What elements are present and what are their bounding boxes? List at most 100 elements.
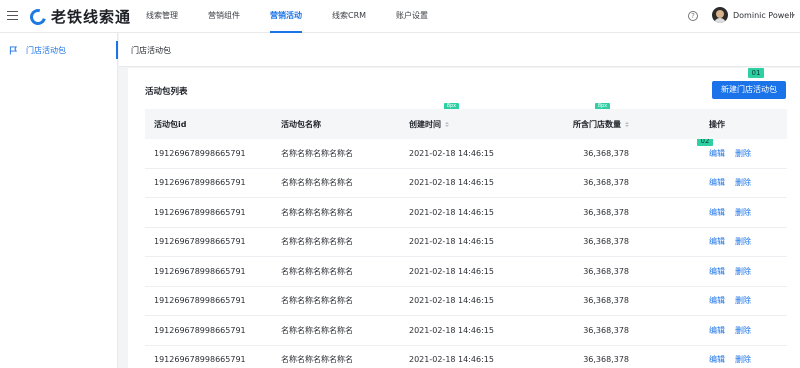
- cell-actions: 编辑 删除: [629, 295, 787, 306]
- cell-id: 191269678998665791: [154, 178, 246, 188]
- cell-name: 名称名称名称名称名: [281, 237, 353, 247]
- cell-id: 191269678998665791: [154, 325, 246, 335]
- cell-store-count: 36,368,378: [583, 296, 629, 306]
- cell-name: 名称名称名称名称名: [281, 266, 353, 276]
- edit-link[interactable]: 编辑: [709, 325, 725, 336]
- cell-id: 191269678998665791: [154, 207, 246, 217]
- table-row: 191269678998665791 名称名称名称名称名 2021-02-18 14…: [145, 257, 787, 287]
- main-nav: 线索管理 营销组件 营销活动 线索CRM 账户设置: [146, 0, 458, 33]
- cell-id: 191269678998665791: [154, 355, 246, 365]
- table-row: 191269678998665791 名称名称名称名称名 2021-02-18 14…: [145, 287, 787, 316]
- flag-icon: [9, 45, 18, 55]
- cell-store-count: 36,368,378: [583, 237, 629, 247]
- header-created-label: 创建时间: [409, 119, 441, 129]
- table-row: 191269678998665791 名称名称名称名称名 2021-02-18 14…: [145, 139, 787, 169]
- edit-link[interactable]: 编辑: [709, 354, 725, 365]
- sidebar-item-store-package[interactable]: 门店活动包: [0, 41, 118, 59]
- sort-icon[interactable]: [445, 121, 449, 127]
- table-row: 191269678998665791 名称名称名称名称名 2021-02-18 14…: [145, 346, 787, 368]
- header-store-count-label: 所含门店数量: [573, 119, 621, 129]
- app-logo[interactable]: 老铁线索通: [27, 5, 132, 28]
- edit-link[interactable]: 编辑: [709, 177, 725, 188]
- header-created[interactable]: 创建时间: [409, 119, 529, 130]
- header-actions: 操作: [709, 119, 725, 129]
- header-id: 活动包id: [154, 119, 187, 129]
- cell-created: 2021-02-18 14:46:15: [409, 178, 494, 188]
- table-row: 191269678998665791 名称名称名称名称名 2021-02-18 14…: [145, 228, 787, 257]
- cell-id: 191269678998665791: [154, 266, 246, 276]
- cell-created: 2021-02-18 14:46:15: [409, 148, 494, 158]
- nav-item-crm[interactable]: 线索CRM: [332, 0, 366, 33]
- header-name: 活动包名称: [281, 119, 321, 129]
- cell-actions: 编辑 删除: [629, 354, 787, 365]
- cell-id: 191269678998665791: [154, 237, 246, 247]
- cell-name: 名称名称名称名称名: [281, 296, 353, 306]
- edit-link[interactable]: 编辑: [709, 236, 725, 247]
- cell-store-count: 36,368,378: [583, 178, 629, 188]
- cell-actions: 编辑 删除: [629, 177, 787, 188]
- cell-name: 名称名称名称名称名: [281, 325, 353, 335]
- nav-item-account[interactable]: 账户设置: [396, 0, 428, 33]
- table-body: 191269678998665791 名称名称名称名称名 2021-02-18 14…: [145, 139, 787, 368]
- new-package-button[interactable]: 新建门店活动包: [712, 81, 786, 99]
- cell-actions: 编辑 删除: [629, 148, 787, 159]
- cell-actions: 编辑 删除: [629, 236, 787, 247]
- cell-store-count: 36,368,378: [583, 325, 629, 335]
- cell-store-count: 36,368,378: [583, 207, 629, 217]
- cell-id: 191269678998665791: [154, 296, 246, 306]
- chevron-down-icon[interactable]: [791, 14, 795, 17]
- card-title: 活动包列表: [145, 87, 188, 97]
- delete-link[interactable]: 删除: [735, 295, 751, 306]
- cell-created: 2021-02-18 14:46:15: [409, 266, 494, 276]
- user-name[interactable]: Dominic Powell: [733, 11, 794, 20]
- delete-link[interactable]: 删除: [735, 207, 751, 218]
- cell-store-count: 36,368,378: [583, 355, 629, 365]
- delete-link[interactable]: 删除: [735, 266, 751, 277]
- list-card: 活动包列表 新建门店活动包 01 8px 8px 02 活动包id 活动包名称 …: [128, 68, 800, 368]
- top-nav-bar: 老铁线索通 线索管理 营销组件 营销活动 线索CRM 账户设置 ? Domini…: [0, 0, 800, 33]
- cell-actions: 编辑 删除: [629, 266, 787, 277]
- delete-link[interactable]: 删除: [735, 325, 751, 336]
- cell-name: 名称名称名称名称名: [281, 178, 353, 188]
- page-header: 门店活动包: [119, 33, 800, 67]
- cell-created: 2021-02-18 14:46:15: [409, 325, 494, 335]
- edit-link[interactable]: 编辑: [709, 148, 725, 159]
- menu-toggle-icon[interactable]: [7, 11, 18, 21]
- cell-name: 名称名称名称名称名: [281, 355, 353, 365]
- delete-link[interactable]: 删除: [735, 177, 751, 188]
- cell-created: 2021-02-18 14:46:15: [409, 355, 494, 365]
- sidebar: 门店活动包: [0, 33, 118, 368]
- cell-store-count: 36,368,378: [583, 148, 629, 158]
- avatar[interactable]: [712, 7, 728, 23]
- cell-actions: 编辑 删除: [629, 325, 787, 336]
- table-row: 191269678998665791 名称名称名称名称名 2021-02-18 14…: [145, 316, 787, 346]
- edit-link[interactable]: 编辑: [709, 207, 725, 218]
- cell-id: 191269678998665791: [154, 148, 246, 158]
- nav-item-leads[interactable]: 线索管理: [146, 0, 178, 33]
- cell-actions: 编辑 删除: [629, 207, 787, 218]
- nav-item-components[interactable]: 营销组件: [208, 0, 240, 33]
- cell-name: 名称名称名称名称名: [281, 207, 353, 217]
- cell-created: 2021-02-18 14:46:15: [409, 207, 494, 217]
- cell-created: 2021-02-18 14:46:15: [409, 237, 494, 247]
- nav-item-campaigns[interactable]: 营销活动: [270, 0, 302, 33]
- cell-store-count: 36,368,378: [583, 266, 629, 276]
- table-header: 活动包id 活动包名称 创建时间 所含门店数量 操作: [145, 109, 787, 139]
- header-store-count[interactable]: 所含门店数量: [529, 119, 629, 130]
- edit-link[interactable]: 编辑: [709, 266, 725, 277]
- cell-created: 2021-02-18 14:46:15: [409, 296, 494, 306]
- table-row: 191269678998665791 名称名称名称名称名 2021-02-18 14…: [145, 198, 787, 228]
- cell-name: 名称名称名称名称名: [281, 148, 353, 158]
- page-title: 门店活动包: [131, 46, 171, 55]
- logo-text: 老铁线索通: [51, 8, 132, 26]
- logo-icon: [27, 5, 49, 28]
- edit-link[interactable]: 编辑: [709, 295, 725, 306]
- delete-link[interactable]: 删除: [735, 148, 751, 159]
- delete-link[interactable]: 删除: [735, 236, 751, 247]
- help-icon[interactable]: ?: [688, 11, 698, 21]
- sidebar-item-label: 门店活动包: [26, 45, 66, 55]
- package-table: 活动包id 活动包名称 创建时间 所含门店数量 操作 1912696789986…: [145, 109, 787, 368]
- delete-link[interactable]: 删除: [735, 354, 751, 365]
- table-row: 191269678998665791 名称名称名称名称名 2021-02-18 14…: [145, 169, 787, 198]
- annotation-tag-01: 01: [748, 68, 764, 78]
